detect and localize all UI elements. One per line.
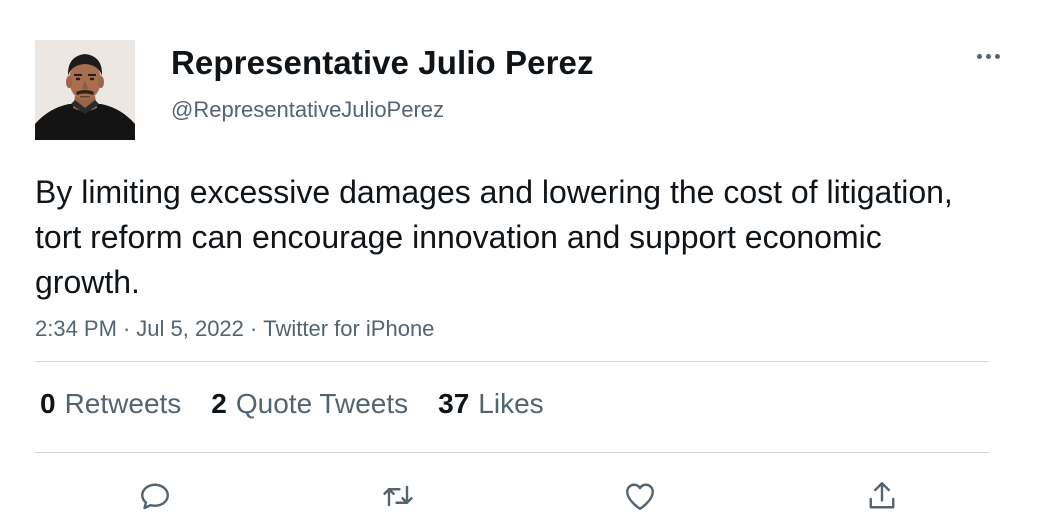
author-handle[interactable]: @RepresentativeJulioPerez: [171, 97, 444, 123]
quote-tweets-count: 2: [211, 388, 227, 419]
quote-tweets-label: Quote Tweets: [235, 388, 409, 419]
more-dot: [985, 53, 991, 59]
stat-quote-tweets[interactable]: 2 Quote Tweets: [211, 388, 408, 420]
divider: [35, 452, 989, 453]
like-button[interactable]: [618, 474, 662, 518]
meta-separator: ·: [249, 316, 258, 341]
action-bar: [0, 470, 1050, 520]
meta-separator: ·: [122, 316, 131, 341]
author-display-name[interactable]: Representative Julio Perez: [171, 44, 594, 82]
more-dot: [994, 53, 1000, 59]
tweet-date[interactable]: Jul 5, 2022: [136, 316, 244, 341]
reply-icon: [141, 483, 169, 510]
likes-label: Likes: [478, 388, 544, 419]
retweets-label: Retweets: [64, 388, 182, 419]
tweet-text: By limiting excessive damages and loweri…: [35, 174, 953, 300]
stat-likes[interactable]: 37 Likes: [438, 388, 544, 420]
share-button[interactable]: [860, 474, 904, 518]
share-icon: [869, 482, 895, 509]
retweets-count: 0: [40, 388, 56, 419]
engagement-stats: 0 Retweets 2 Quote Tweets 37 Likes: [40, 388, 544, 420]
like-icon: [626, 483, 654, 510]
avatar-photo: [35, 40, 135, 140]
likes-count: 37: [438, 388, 470, 419]
more-options-button[interactable]: [970, 44, 1006, 68]
tweet-card: Representative Julio Perez @Representati…: [0, 0, 1050, 525]
avatar[interactable]: [35, 40, 135, 140]
divider: [35, 361, 989, 362]
tweet-source[interactable]: Twitter for iPhone: [263, 316, 434, 341]
stat-retweets[interactable]: 0 Retweets: [40, 388, 181, 420]
retweet-icon: [383, 485, 413, 507]
reply-button[interactable]: [133, 474, 177, 518]
tweet-meta: 2:34 PM · Jul 5, 2022 · Twitter for iPhone: [35, 316, 434, 342]
tweet-time[interactable]: 2:34 PM: [35, 316, 117, 341]
more-dot: [976, 53, 982, 59]
retweet-button[interactable]: [376, 474, 420, 518]
